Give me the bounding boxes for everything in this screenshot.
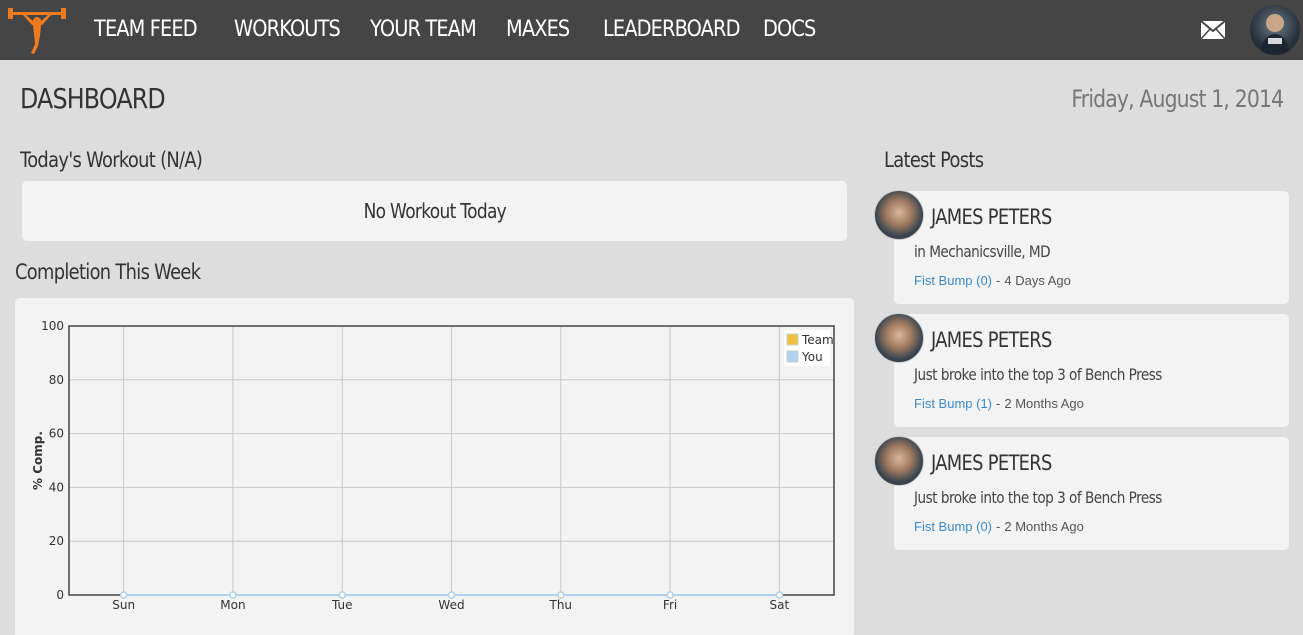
x-tick-label: Tue	[331, 598, 353, 612]
post-author[interactable]: JAMES PETERS	[931, 328, 1052, 352]
post-text: Just broke into the top 3 of Bench Press	[914, 488, 1162, 507]
post-card: JAMES PETERS Just broke into the top 3 o…	[874, 313, 1289, 427]
nav-workouts[interactable]: WORKOUTS	[234, 0, 341, 60]
nav-docs[interactable]: DOCS	[763, 0, 816, 60]
legend-swatch	[786, 333, 799, 346]
page-title: DASHBOARD	[20, 82, 166, 115]
y-tick-label: 60	[49, 427, 64, 441]
no-workout-message: No Workout Today	[363, 199, 506, 223]
post-avatar[interactable]	[874, 190, 924, 240]
todays-workout-title: Today's Workout (N/A)	[20, 148, 203, 172]
post-text: in Mechanicsville, MD	[914, 242, 1051, 261]
nav-team-feed[interactable]: TEAM FEED	[94, 0, 198, 60]
post-time: 4 Days Ago	[1004, 273, 1071, 288]
meta-separator: -	[996, 273, 1001, 288]
legend-label: You	[801, 350, 823, 364]
x-tick-label: Mon	[220, 598, 245, 612]
data-point	[338, 591, 346, 599]
fist-bump-link[interactable]: Fist Bump (1)	[914, 396, 992, 411]
nav-menu: TEAM FEED WORKOUTS YOUR TEAM MAXES LEADE…	[94, 0, 849, 60]
x-tick-label: Wed	[438, 598, 464, 612]
data-point	[557, 591, 565, 599]
post-card: JAMES PETERS in Mechanicsville, MD Fist …	[874, 190, 1289, 304]
page-date: Friday, August 1, 2014	[1071, 85, 1284, 113]
post-time: 2 Months Ago	[1004, 519, 1084, 534]
legend-swatch	[786, 350, 799, 363]
nav-your-team[interactable]: YOUR TEAM	[370, 0, 477, 60]
y-tick-label: 80	[49, 373, 64, 387]
post-author[interactable]: JAMES PETERS	[931, 451, 1052, 475]
post-meta: Fist Bump (0) -4 Days Ago	[914, 273, 1071, 288]
data-point	[119, 591, 128, 599]
latest-posts-title: Latest Posts	[884, 148, 984, 172]
meta-separator: -	[996, 519, 1001, 534]
post-author[interactable]: JAMES PETERS	[931, 205, 1052, 229]
post-meta: Fist Bump (1) -2 Months Ago	[914, 396, 1084, 411]
post-avatar[interactable]	[874, 313, 924, 363]
y-tick-label: 20	[49, 534, 64, 548]
user-avatar[interactable]	[1250, 5, 1300, 55]
completion-title: Completion This Week	[15, 260, 201, 284]
post-meta: Fist Bump (0) -2 Months Ago	[914, 519, 1084, 534]
top-nav: TEAM FEED WORKOUTS YOUR TEAM MAXES LEADE…	[0, 0, 1303, 60]
fist-bump-link[interactable]: Fist Bump (0)	[914, 273, 992, 288]
fist-bump-link[interactable]: Fist Bump (0)	[914, 519, 992, 534]
y-tick-label: 40	[49, 480, 64, 494]
nav-maxes[interactable]: MAXES	[506, 0, 570, 60]
x-tick-label: Sun	[112, 598, 135, 612]
data-point	[229, 591, 237, 599]
completion-chart-panel: 0 20 40 60 80 100 Sun Mon Tue Wed Thu Fri Sat % Comp.…	[15, 298, 854, 635]
meta-separator: -	[996, 396, 1001, 411]
nav-leaderboard[interactable]: LEADERBOARD	[603, 0, 740, 60]
data-point	[775, 591, 784, 599]
data-point	[447, 591, 456, 599]
mail-icon[interactable]	[1200, 20, 1226, 40]
y-tick-label: 100	[41, 319, 64, 333]
post-avatar[interactable]	[874, 436, 924, 486]
weightlifter-icon[interactable]	[8, 4, 66, 56]
post-time: 2 Months Ago	[1004, 396, 1084, 411]
completion-chart: 0 20 40 60 80 100 Sun Mon Tue Wed Thu Fri Sat % Comp.…	[31, 319, 835, 612]
user-photo-icon	[1260, 14, 1290, 55]
legend-label: Team	[801, 333, 834, 347]
x-tick-label: Thu	[549, 598, 573, 612]
y-axis-label: % Comp.	[31, 431, 45, 490]
x-tick-label: Fri	[663, 598, 677, 612]
post-card: JAMES PETERS Just broke into the top 3 o…	[874, 436, 1289, 550]
todays-workout-panel: No Workout Today	[22, 181, 847, 241]
data-point	[666, 591, 674, 599]
post-text: Just broke into the top 3 of Bench Press	[914, 365, 1162, 384]
x-tick-label: Sat	[770, 598, 790, 612]
y-tick-label: 0	[56, 588, 64, 602]
